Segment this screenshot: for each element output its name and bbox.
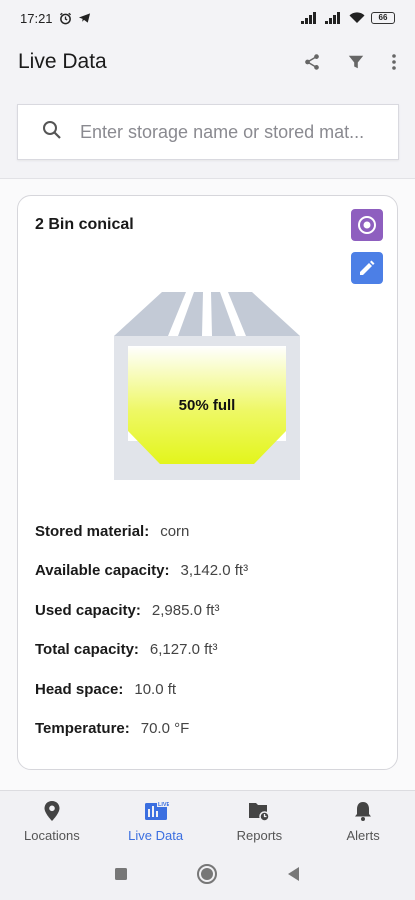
nav-item-alerts[interactable]: Alerts <box>311 791 415 852</box>
nav-item-locations[interactable]: Locations <box>0 791 104 852</box>
detail-row: Temperature: 70.0 °F <box>35 720 248 759</box>
detail-value: 3,142.0 ft³ <box>180 562 249 580</box>
filter-icon[interactable] <box>347 53 365 71</box>
wifi-icon <box>349 12 365 24</box>
battery-icon: 66 <box>371 12 395 24</box>
alarm-icon <box>59 12 72 25</box>
detail-label: Stored material: <box>35 523 150 540</box>
detail-value: 70.0 °F <box>140 719 190 737</box>
detail-row: Available capacity: 3,142.0 ft³ <box>35 562 248 601</box>
search-input[interactable] <box>80 121 380 143</box>
telegram-icon <box>78 12 91 24</box>
app-actions <box>303 53 397 71</box>
signal-icon-2 <box>325 12 343 24</box>
nav-item-reports[interactable]: Reports <box>208 791 312 852</box>
signal-icon <box>301 12 319 24</box>
pencil-icon <box>360 260 375 275</box>
svg-text:LIVE: LIVE <box>158 802 169 808</box>
detail-label: Used capacity: <box>35 601 141 619</box>
detail-row: Head space: 10.0 ft <box>35 681 248 720</box>
detail-value: 10.0 ft <box>134 680 177 698</box>
app-bar: Live Data <box>0 36 415 88</box>
fill-level-label: 50% full <box>178 397 236 414</box>
target-icon <box>358 216 376 234</box>
more-menu-icon[interactable] <box>391 53 397 71</box>
detail-value: 6,127.0 ft³ <box>149 641 218 659</box>
page-title: Live Data <box>18 50 107 73</box>
share-icon[interactable] <box>303 53 321 71</box>
detail-row: Used capacity: 2,985.0 ft³ <box>35 602 248 641</box>
details-list: Stored material: corn Available capacity:… <box>35 523 248 759</box>
location-pin-icon <box>44 801 60 821</box>
bin-illustration: 50% full <box>114 292 300 480</box>
search-box[interactable] <box>17 104 399 160</box>
detail-label: Head space: <box>35 680 124 698</box>
live-data-icon: LIVE <box>144 800 169 820</box>
nav-label: Reports <box>236 828 283 843</box>
nav-item-live-data[interactable]: LIVE Live Data <box>104 791 208 852</box>
nav-label: Locations <box>24 828 80 843</box>
detail-label: Available capacity: <box>35 562 170 580</box>
home-icon[interactable] <box>196 863 218 890</box>
edit-button[interactable] <box>351 252 383 284</box>
detail-row: Stored material: corn <box>35 523 248 562</box>
system-nav-bar <box>0 852 415 900</box>
detail-label: Total capacity: <box>35 641 139 659</box>
detail-value: 2,985.0 ft³ <box>151 601 220 619</box>
status-bar: 17:21 66 <box>0 0 415 36</box>
back-icon[interactable] <box>287 866 301 887</box>
bell-icon <box>355 802 372 821</box>
status-right: 66 <box>301 12 395 24</box>
detail-value: corn <box>160 523 190 540</box>
reports-icon <box>249 803 271 822</box>
nav-label: Alerts <box>346 828 380 843</box>
status-time: 17:21 <box>20 10 53 26</box>
detail-label: Temperature: <box>35 719 130 737</box>
status-left: 17:21 <box>20 11 91 26</box>
recents-icon[interactable] <box>114 867 128 886</box>
storage-title: 2 Bin conical <box>35 216 134 233</box>
detail-row: Total capacity: 6,127.0 ft³ <box>35 641 248 680</box>
target-button[interactable] <box>351 209 383 241</box>
nav-label: Live Data <box>128 828 184 843</box>
content-area[interactable]: 2 Bin conical 50% full Stored material: … <box>0 178 415 790</box>
bottom-nav: Locations LIVE Live Data Reports Alerts <box>0 790 415 852</box>
storage-card[interactable]: 2 Bin conical 50% full Stored material: … <box>17 195 398 770</box>
search-icon <box>42 120 62 145</box>
